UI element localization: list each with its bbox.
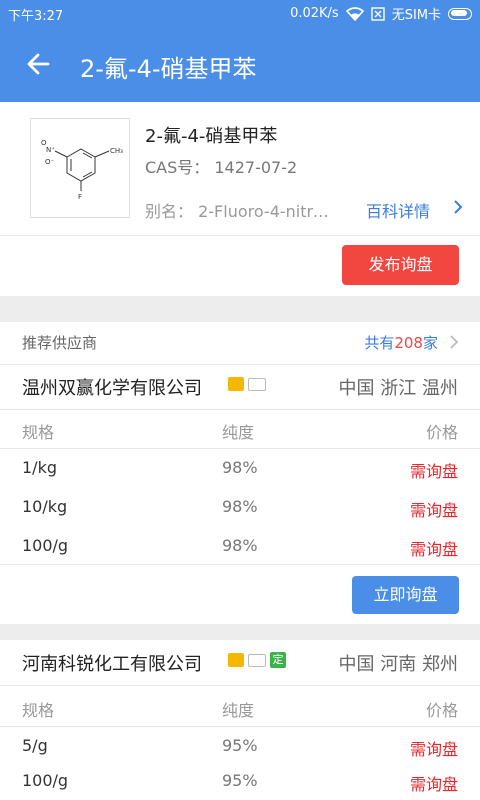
price-cell: 需询盘 — [409, 540, 458, 559]
table-row: 5/g 95% 需询盘 — [0, 727, 480, 765]
purity-cell: 98% — [222, 458, 258, 477]
supplier-location: 中国 河南 郑州 — [338, 654, 458, 675]
no-sim-icon — [370, 6, 385, 21]
supplier-card: 河南科锐化工有限公司 定 中国 河南 郑州 规格 纯度 价格 5/g 95% 需… — [0, 640, 480, 800]
purity-cell: 95% — [222, 736, 258, 755]
spec-cell: 5/g — [22, 736, 48, 755]
supplier-badges: 定 — [228, 652, 286, 668]
count-suffix: 家 — [422, 334, 438, 352]
count-prefix: 共有 — [364, 334, 395, 352]
supplier-badges — [228, 377, 266, 391]
certified-badge: 定 — [270, 652, 286, 668]
back-arrow-icon[interactable] — [22, 46, 54, 82]
table-row: 100/g 95% 需询盘 — [0, 762, 480, 800]
divider — [0, 564, 480, 565]
table-header: 规格 纯度 价格 — [0, 688, 480, 726]
supplier-card: 温州双赢化学有限公司 中国 浙江 温州 规格 纯度 价格 1/kg 98% 需询… — [0, 364, 480, 624]
chevron-right-icon[interactable] — [448, 332, 460, 352]
svg-text:O: O — [41, 139, 47, 147]
price-cell: 需询盘 — [409, 740, 458, 759]
price-cell: 需询盘 — [409, 462, 458, 481]
purity-cell: 98% — [222, 497, 258, 516]
compound-alias: 别名： 2-Fluoro-4-nitrotoluene — [145, 202, 337, 221]
divider — [0, 235, 480, 236]
table-row: 10/kg 98% 需询盘 — [0, 488, 480, 526]
spec-cell: 10/kg — [22, 497, 68, 516]
table-header: 规格 纯度 价格 — [0, 410, 480, 448]
id-card-icon — [248, 653, 266, 667]
header-spec: 规格 — [22, 701, 55, 720]
compound-name: 2-氟-4-硝基甲苯 — [145, 126, 278, 147]
supplier-name[interactable]: 河南科锐化工有限公司 — [22, 650, 202, 676]
structure-drawing: CH₃ F N⁺ O O⁻ — [41, 139, 123, 201]
compound-card: CH₃ F N⁺ O O⁻ 2-氟-4-硝基甲苯 CAS号： 1427-07-2… — [0, 102, 480, 296]
svg-text:F: F — [78, 193, 82, 201]
status-bar: 下午3:27 0.02K/s 无SIM卡 — [0, 0, 480, 26]
svg-text:N⁺: N⁺ — [46, 146, 55, 154]
sim-status: 无SIM卡 — [391, 8, 441, 23]
price-cell: 需询盘 — [409, 501, 458, 520]
spec-cell: 100/g — [22, 771, 69, 790]
encyclopedia-detail-link[interactable]: 百科详情 — [366, 198, 430, 222]
publish-inquiry-button[interactable]: 发布询盘 — [342, 245, 459, 285]
supplier-name[interactable]: 温州双赢化学有限公司 — [22, 374, 202, 400]
table-row: 1/kg 98% 需询盘 — [0, 449, 480, 487]
chevron-right-icon[interactable] — [452, 197, 464, 217]
id-card-icon — [248, 377, 266, 391]
wifi-icon — [345, 6, 364, 21]
status-right: 0.02K/s 无SIM卡 — [290, 4, 472, 23]
vip-badge-icon — [228, 653, 244, 667]
suppliers-count[interactable]: 共有208家 — [364, 332, 438, 353]
spec-cell: 100/g — [22, 536, 69, 555]
supplier-location: 中国 浙江 温州 — [338, 378, 458, 399]
structure-image[interactable]: CH₃ F N⁺ O O⁻ — [30, 118, 130, 218]
spec-cell: 1/kg — [22, 458, 57, 477]
page-title: 2-氟-4-硝基甲苯 — [80, 55, 257, 83]
header-purity: 纯度 — [222, 423, 255, 442]
cas-number: CAS号： 1427-07-2 — [145, 158, 298, 177]
header-price: 价格 — [425, 701, 458, 720]
status-time: 下午3:27 — [8, 9, 64, 24]
count-number: 208 — [394, 334, 423, 352]
divider — [0, 364, 480, 365]
header-purity: 纯度 — [222, 701, 255, 720]
battery-icon — [448, 7, 472, 20]
suppliers-header[interactable]: 推荐供应商 共有208家 — [0, 322, 480, 364]
vip-badge-icon — [228, 377, 244, 391]
suppliers-title: 推荐供应商 — [22, 334, 98, 352]
divider — [0, 685, 480, 686]
network-speed: 0.02K/s — [290, 6, 339, 21]
svg-text:O⁻: O⁻ — [45, 158, 55, 166]
table-row: 100/g 98% 需询盘 — [0, 527, 480, 565]
purity-cell: 95% — [222, 771, 258, 790]
price-cell: 需询盘 — [409, 775, 458, 794]
svg-text:CH₃: CH₃ — [110, 147, 123, 155]
header-spec: 规格 — [22, 423, 55, 442]
app-bar: 2-氟-4-硝基甲苯 — [0, 26, 480, 102]
header-price: 价格 — [425, 423, 458, 442]
inquire-now-button[interactable]: 立即询盘 — [352, 576, 459, 614]
purity-cell: 98% — [222, 536, 258, 555]
